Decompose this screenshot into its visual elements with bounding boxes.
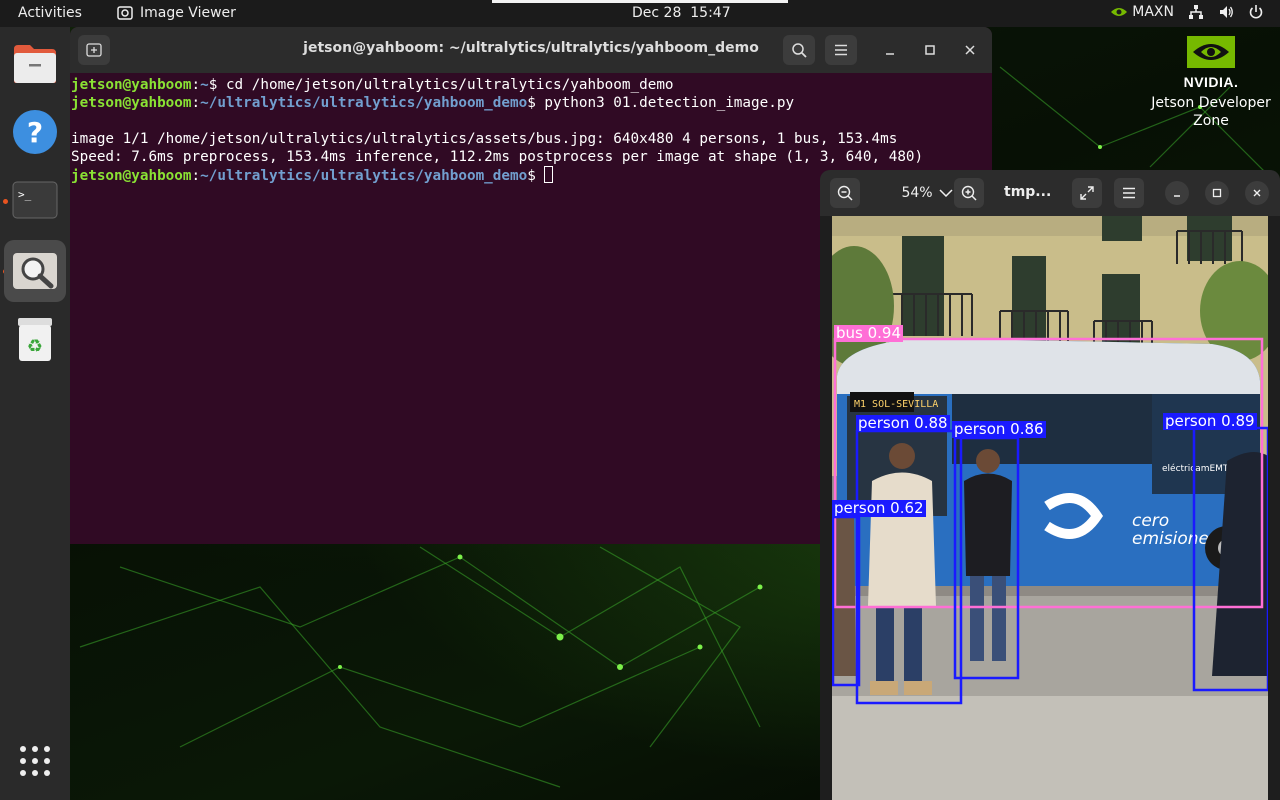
- nvidia-logo-icon: [1187, 36, 1235, 68]
- fullscreen-button[interactable]: [1072, 178, 1102, 208]
- detection-label-bus: bus 0.94: [834, 324, 904, 342]
- search-icon: [792, 43, 807, 58]
- power-icon[interactable]: [1248, 4, 1264, 20]
- terminal-header-bar[interactable]: jetson@yahboom: ~/ultralytics/ultralytic…: [70, 27, 992, 73]
- top-bar: Activities Image Viewer Dec 28 15:47 MAX…: [0, 0, 1280, 27]
- detection-label-person: person 0.86: [952, 420, 1046, 438]
- prompt-suffix: $: [527, 168, 545, 184]
- terminal-icon: >_: [12, 181, 58, 219]
- svg-text:>_: >_: [18, 188, 32, 201]
- prompt-user-host: jetson@yahboom: [71, 77, 192, 93]
- image-viewer-icon: [117, 5, 133, 20]
- bus-side-text-1: cero: [1132, 511, 1169, 531]
- desktop-nvidia-label[interactable]: NVIDIA. Jetson Developer Zone: [1148, 36, 1274, 130]
- nvidia-eye-icon: [1111, 8, 1128, 16]
- zoom-out-icon: [837, 185, 853, 201]
- hamburger-menu-icon: [1123, 187, 1135, 199]
- system-tray[interactable]: MAXN: [1110, 4, 1264, 20]
- zoom-out-button[interactable]: [830, 178, 860, 208]
- viewer-minimize-button[interactable]: [1162, 178, 1192, 208]
- terminal-maximize-button[interactable]: [914, 35, 946, 65]
- image-viewer-window[interactable]: 54% tmp... M1 SOL-SEVILLA eléctricamEMTe…: [820, 170, 1280, 800]
- zoom-level-value: 54%: [901, 185, 933, 201]
- viewer-menu-button[interactable]: [1114, 178, 1144, 208]
- chevron-down-icon: [939, 189, 953, 197]
- dock-item-image-viewer[interactable]: [4, 240, 66, 302]
- terminal-close-button[interactable]: [954, 35, 986, 65]
- prompt-path: ~: [200, 77, 209, 93]
- detection-label-person: person 0.88: [856, 414, 950, 432]
- minimize-icon: [1174, 195, 1180, 197]
- detection-result-image[interactable]: M1 SOL-SEVILLA eléctricamEMTe cero emisi…: [832, 216, 1268, 800]
- viewer-title: tmp...: [1004, 184, 1052, 200]
- dock-item-terminal[interactable]: >_: [4, 169, 66, 231]
- fullscreen-icon: [1080, 186, 1094, 200]
- viewer-close-button[interactable]: [1242, 178, 1272, 208]
- maximize-icon: [925, 45, 935, 55]
- image-viewer-magnifier-icon: [13, 253, 57, 289]
- prompt-user-host: jetson@yahboom: [71, 168, 192, 184]
- help-icon: ?: [13, 110, 57, 154]
- network-icon[interactable]: [1188, 4, 1204, 20]
- zoom-in-icon: [961, 185, 977, 201]
- dock: ? >_ ♻: [0, 27, 70, 800]
- prompt-path: ~/ultralytics/ultralytics/yahboom_demo: [200, 168, 528, 184]
- viewer-maximize-button[interactable]: [1202, 178, 1232, 208]
- dock-item-files[interactable]: [4, 33, 66, 95]
- zoom-in-button[interactable]: [954, 178, 984, 208]
- text-cursor: [544, 166, 554, 183]
- files-icon: [14, 45, 56, 83]
- terminal-menu-button[interactable]: [825, 35, 857, 65]
- terminal-search-button[interactable]: [783, 35, 815, 65]
- close-circle: [1245, 181, 1269, 205]
- desktop-icon-label: Jetson Developer Zone: [1151, 95, 1271, 129]
- maximize-icon: [1212, 188, 1222, 198]
- dock-item-help[interactable]: ?: [4, 101, 66, 163]
- terminal-minimize-button[interactable]: [874, 35, 906, 65]
- svg-text:?: ?: [27, 116, 43, 149]
- hamburger-menu-icon: [835, 44, 847, 56]
- minimize-circle: [1165, 181, 1189, 205]
- bus-ad-text: eléctricamEMTe: [1162, 463, 1233, 474]
- maximize-circle: [1205, 181, 1229, 205]
- trash-icon: ♻: [18, 318, 52, 361]
- app-grid-icon: [20, 746, 50, 776]
- viewer-header-bar[interactable]: 54% tmp...: [820, 170, 1280, 216]
- output-line: Speed: 7.6ms preprocess, 153.4ms inferen…: [71, 149, 924, 165]
- close-icon: [965, 45, 975, 55]
- svg-text:♻: ♻: [27, 336, 43, 357]
- power-mode-label: MAXN: [1132, 4, 1174, 20]
- detection-label-person: person 0.89: [1163, 412, 1257, 430]
- prompt-path: ~/ultralytics/ultralytics/yahboom_demo: [200, 95, 528, 111]
- activities-button[interactable]: Activities: [18, 5, 82, 21]
- app-menu[interactable]: Image Viewer: [117, 5, 236, 21]
- app-menu-label: Image Viewer: [140, 5, 236, 21]
- clock[interactable]: Dec 28 15:47: [632, 5, 731, 21]
- prompt-user-host: jetson@yahboom: [71, 95, 192, 111]
- clock-strip: [492, 0, 788, 3]
- nvidia-brand-text: NVIDIA.: [1183, 74, 1239, 90]
- dock-item-trash[interactable]: ♻: [4, 309, 66, 371]
- bus-side-text-2: emisiones: [1132, 529, 1218, 549]
- terminal-line: jetson@yahboom:~/ultralytics/ultralytics…: [71, 95, 795, 111]
- close-icon: [1253, 189, 1261, 197]
- bus-route-sign: M1 SOL-SEVILLA: [854, 399, 938, 410]
- terminal-line: jetson@yahboom:~$ cd /home/jetson/ultral…: [71, 77, 674, 93]
- command-text: $ cd /home/jetson/ultralytics/ultralytic…: [208, 77, 674, 93]
- detection-label-person: person 0.62: [832, 499, 926, 517]
- show-apps-button[interactable]: [19, 745, 51, 781]
- minimize-icon: [886, 53, 894, 55]
- volume-icon[interactable]: [1218, 4, 1234, 20]
- power-mode-indicator[interactable]: MAXN: [1110, 4, 1174, 20]
- output-line: image 1/1 /home/jetson/ultralytics/ultra…: [71, 131, 898, 147]
- command-text: $ python3 01.detection_image.py: [527, 95, 795, 111]
- clock-time: 15:47: [690, 5, 731, 21]
- clock-date: Dec 28: [632, 5, 682, 21]
